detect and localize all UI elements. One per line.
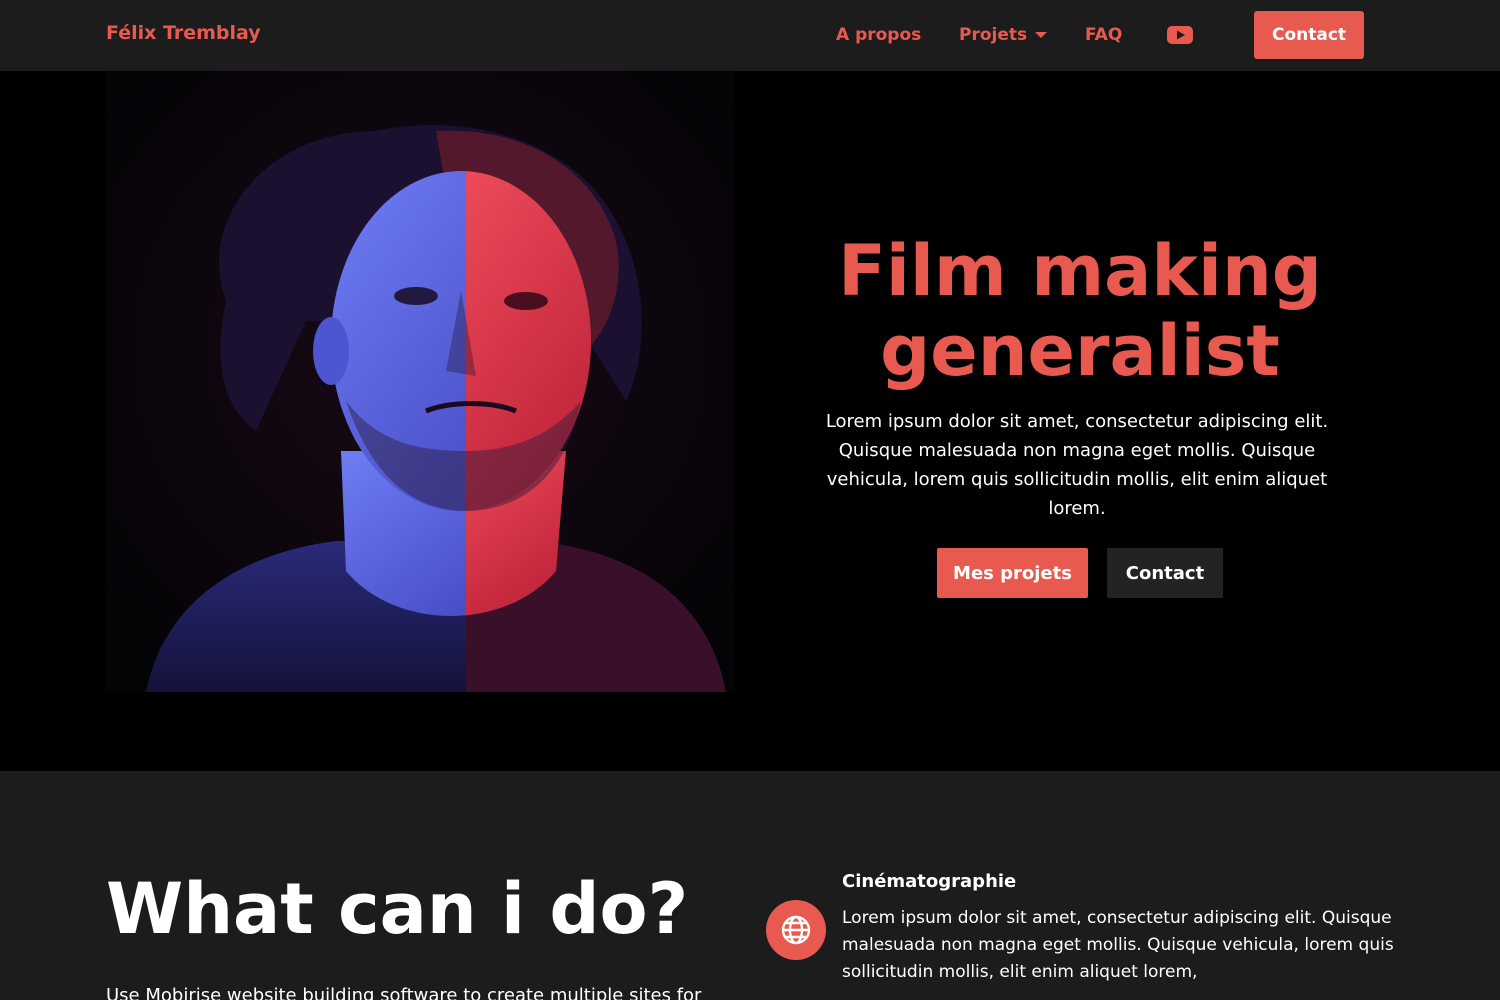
hero-section: Film making generalist Lorem ipsum dolor… <box>0 71 1500 771</box>
section-subtitle: Use Mobirise website building software t… <box>106 985 702 1000</box>
contact-button[interactable]: Contact <box>1254 11 1364 59</box>
nav-item-projets[interactable]: Projets <box>959 25 1048 45</box>
feature-description: Lorem ipsum dolor sit amet, consectetur … <box>842 908 1394 982</box>
my-projects-button[interactable]: Mes projets <box>937 548 1088 598</box>
youtube-icon[interactable] <box>1167 25 1193 45</box>
section-title: What can i do? <box>106 868 689 950</box>
nav-item-a-propos[interactable]: A propos <box>836 25 921 45</box>
nav-item-faq[interactable]: FAQ <box>1085 25 1122 45</box>
features-section: What can i do? Use Mobirise website buil… <box>0 771 1500 1000</box>
hero-title-line-1: Film making <box>838 230 1322 312</box>
nav-item-projets-label: Projets <box>959 25 1028 45</box>
brand-logo[interactable]: Félix Tremblay <box>106 22 261 44</box>
feature-title: Cinématographie <box>842 871 1017 892</box>
globe-icon <box>766 900 826 960</box>
caret-down-icon <box>1035 32 1048 38</box>
hero-title: Film making generalist <box>790 231 1370 391</box>
navbar: Félix Tremblay A propos Projets FAQ Cont… <box>0 0 1500 71</box>
hero-description: Lorem ipsum dolor sit amet, consectetur … <box>825 411 1329 519</box>
portrait-image <box>106 71 734 692</box>
hero-contact-button[interactable]: Contact <box>1107 548 1223 598</box>
hero-title-line-2: generalist <box>880 310 1280 392</box>
